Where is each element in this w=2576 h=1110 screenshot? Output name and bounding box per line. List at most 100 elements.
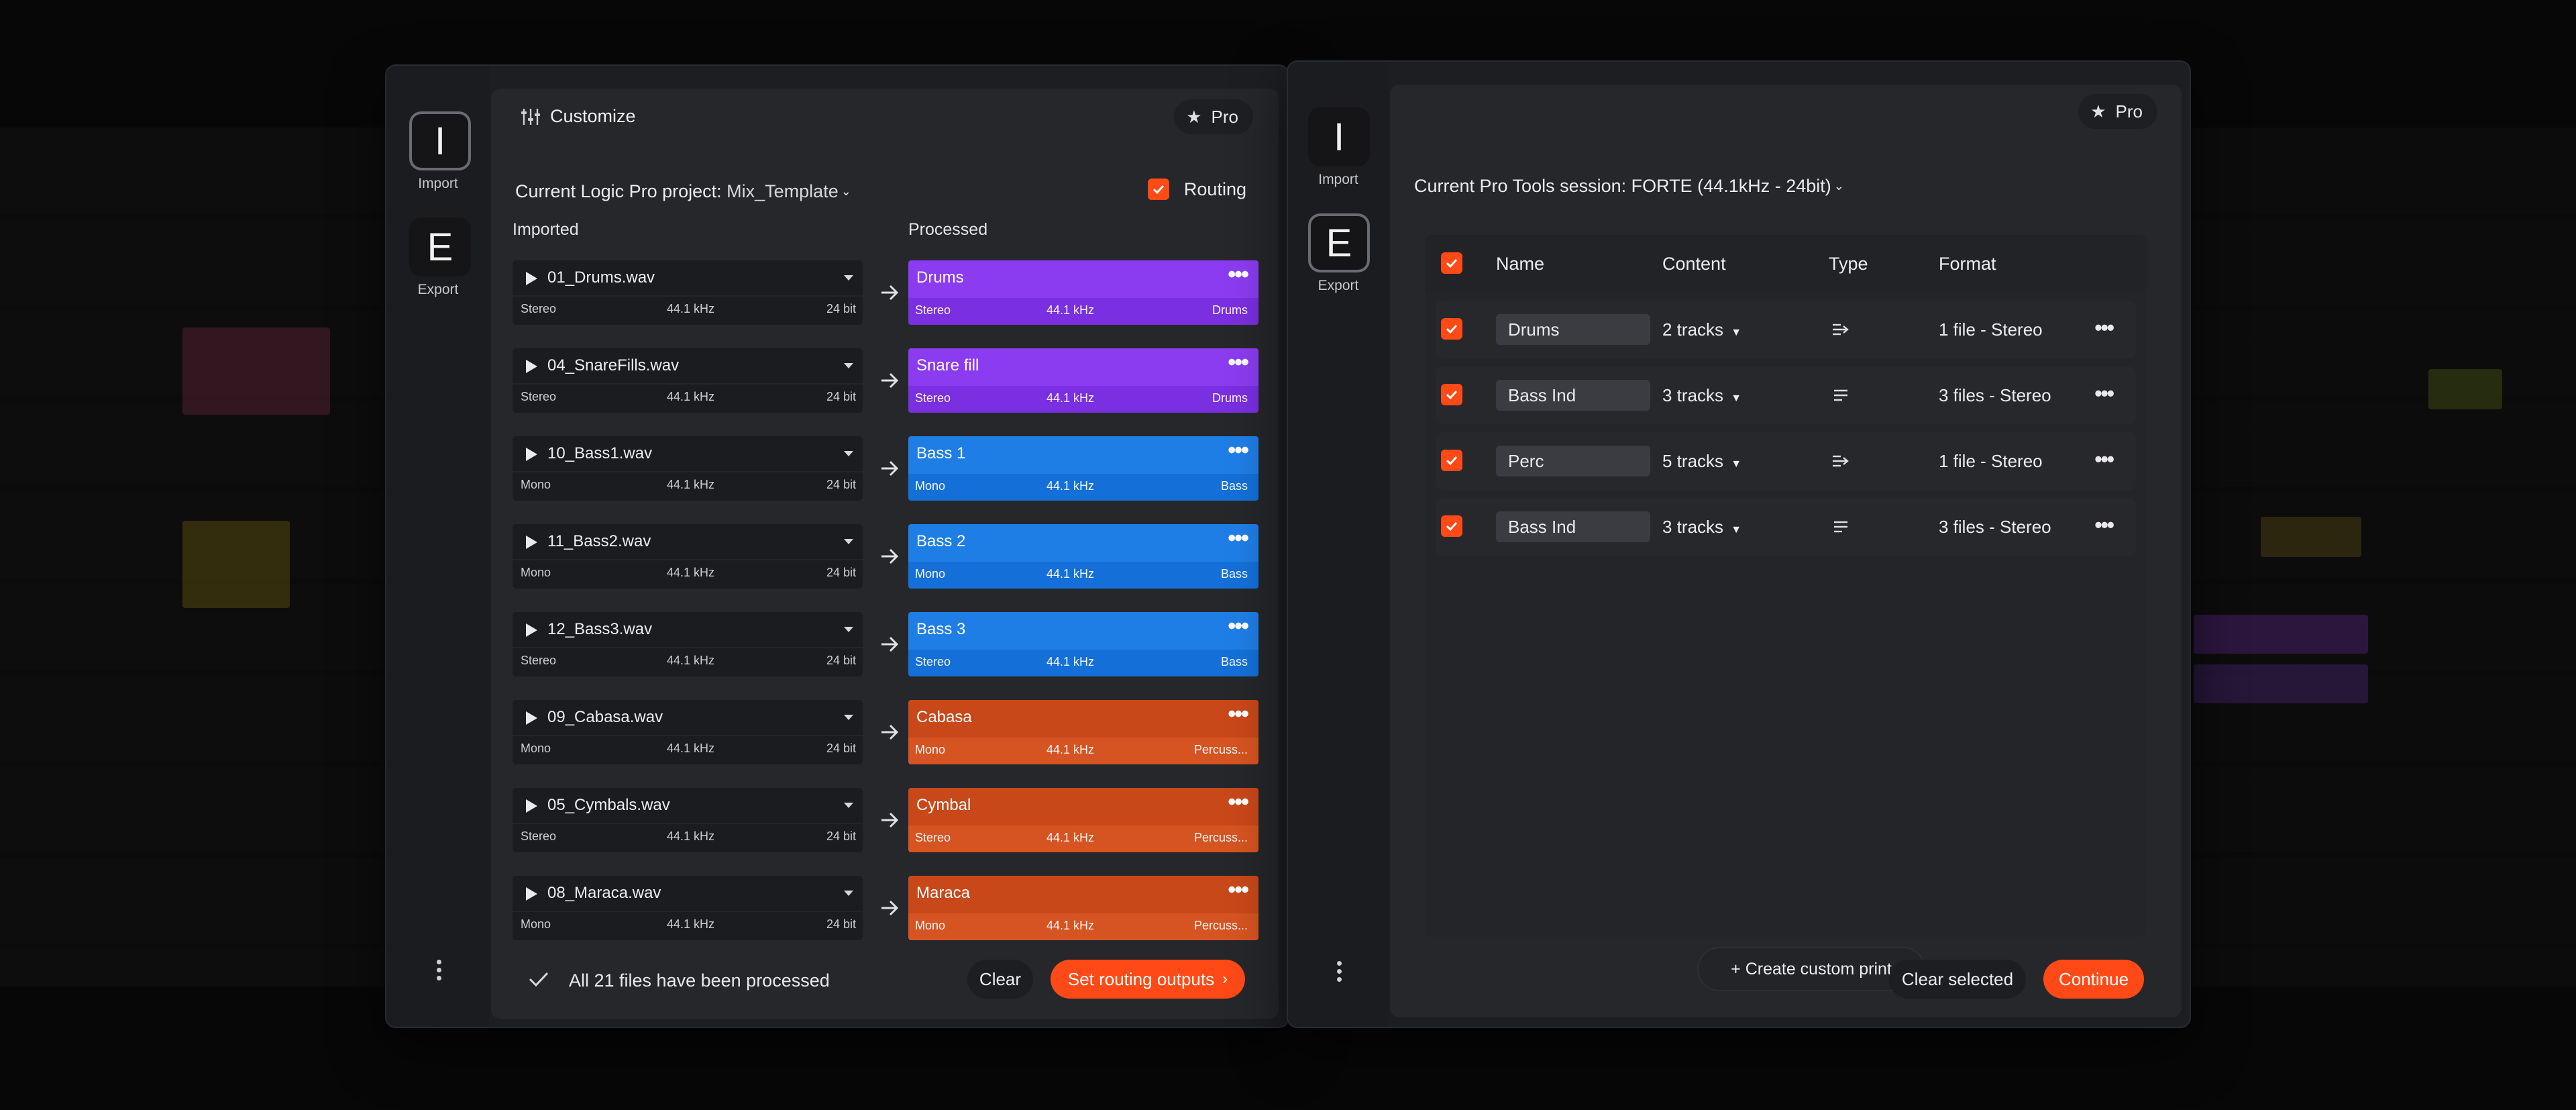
imported-file-name: 08_Maraca.wav xyxy=(547,884,661,902)
more-horizontal-icon[interactable]: ••• xyxy=(2094,447,2114,472)
processed-track-header: Bass 2 ••• xyxy=(908,524,1258,562)
table-row: Perc 5 tracks ▼ 1 file - Stereo ••• xyxy=(1436,432,2136,490)
more-horizontal-icon[interactable]: ••• xyxy=(1228,613,1249,640)
chevron-down-icon[interactable] xyxy=(844,627,853,632)
caret-down-icon: ▼ xyxy=(1731,458,1742,470)
processed-track-card[interactable]: Snare fill ••• Stereo 44.1 kHz Drums xyxy=(908,348,1258,413)
set-routing-outputs-button[interactable]: Set routing outputs › xyxy=(1051,960,1245,999)
content-dropdown[interactable]: 3 tracks ▼ xyxy=(1662,517,1741,538)
caret-down-icon: ▼ xyxy=(1731,393,1742,404)
processed-track-card[interactable]: Bass 2 ••• Mono 44.1 kHz Bass xyxy=(908,524,1258,589)
print-name-field[interactable]: Bass Ind xyxy=(1496,511,1650,542)
imported-file-card[interactable]: 04_SnareFills.wav Stereo 44.1 kHz 24 bit xyxy=(513,348,863,413)
play-icon[interactable] xyxy=(526,623,537,637)
more-horizontal-icon[interactable]: ••• xyxy=(1228,789,1249,815)
chevron-down-icon[interactable] xyxy=(844,803,853,808)
more-horizontal-icon[interactable]: ••• xyxy=(1228,350,1249,376)
more-horizontal-icon[interactable]: ••• xyxy=(2094,315,2114,340)
imported-channels: Mono xyxy=(521,478,551,491)
play-icon[interactable] xyxy=(526,799,537,813)
imported-file-card[interactable]: 08_Maraca.wav Mono 44.1 kHz 24 bit xyxy=(513,876,863,940)
more-horizontal-icon[interactable]: ••• xyxy=(1228,877,1249,903)
content-dropdown[interactable]: 2 tracks ▼ xyxy=(1662,319,1741,340)
more-vertical-icon[interactable] xyxy=(1332,961,1346,982)
processed-track-card[interactable]: Maraca ••• Mono 44.1 kHz Percuss... xyxy=(908,876,1258,940)
row-checkbox[interactable] xyxy=(1441,384,1462,405)
processed-sample-rate: 44.1 kHz xyxy=(1046,919,1095,932)
processed-group: Drums xyxy=(1212,391,1248,405)
content-value: 3 tracks xyxy=(1662,517,1724,537)
more-horizontal-icon[interactable]: ••• xyxy=(1228,525,1249,552)
imported-file-card[interactable]: 09_Cabasa.wav Mono 44.1 kHz 24 bit xyxy=(513,700,863,764)
row-checkbox[interactable] xyxy=(1441,318,1462,340)
divider xyxy=(513,823,863,824)
more-horizontal-icon[interactable]: ••• xyxy=(2094,513,2114,538)
chevron-down-icon[interactable] xyxy=(844,275,853,281)
chevron-down-icon[interactable] xyxy=(844,363,853,368)
row-checkbox[interactable] xyxy=(1441,450,1462,471)
imported-file-card[interactable]: 11_Bass2.wav Mono 44.1 kHz 24 bit xyxy=(513,524,863,589)
play-icon[interactable] xyxy=(526,711,537,725)
play-icon[interactable] xyxy=(526,448,537,461)
content-value: 3 tracks xyxy=(1662,385,1724,405)
caret-down-icon: ▼ xyxy=(1731,524,1742,536)
chevron-down-icon[interactable] xyxy=(844,539,853,544)
more-horizontal-icon[interactable]: ••• xyxy=(1228,262,1249,288)
continue-button[interactable]: Continue xyxy=(2043,960,2144,999)
routing-toggle[interactable]: Routing xyxy=(1147,179,1246,200)
content-dropdown[interactable]: 5 tracks ▼ xyxy=(1662,451,1741,472)
imported-file-name: 01_Drums.wav xyxy=(547,268,655,287)
status-footer: All 21 files have been processed Clear S… xyxy=(491,945,1279,1019)
row-checkbox[interactable] xyxy=(1441,515,1462,537)
play-icon[interactable] xyxy=(526,536,537,549)
processed-track-card[interactable]: Cabasa ••• Mono 44.1 kHz Percuss... xyxy=(908,700,1258,764)
processed-track-card[interactable]: Bass 3 ••• Stereo 44.1 kHz Bass xyxy=(908,612,1258,676)
play-icon[interactable] xyxy=(526,887,537,901)
chevron-down-icon[interactable] xyxy=(844,891,853,896)
processed-group: Drums xyxy=(1212,303,1248,317)
processed-channels: Mono xyxy=(915,567,946,581)
processed-sample-rate: 44.1 kHz xyxy=(1046,479,1095,493)
processed-track-card[interactable]: Bass 1 ••• Mono 44.1 kHz Bass xyxy=(908,436,1258,501)
import-button[interactable]: I xyxy=(409,111,471,170)
more-horizontal-icon[interactable]: ••• xyxy=(1228,438,1249,464)
more-horizontal-icon[interactable]: ••• xyxy=(2094,381,2114,406)
play-icon[interactable] xyxy=(526,360,537,373)
chevron-down-icon[interactable] xyxy=(844,451,853,456)
divider xyxy=(513,735,863,736)
print-name-field[interactable]: Perc xyxy=(1496,446,1650,476)
imported-file-card[interactable]: 10_Bass1.wav Mono 44.1 kHz 24 bit xyxy=(513,436,863,501)
imported-file-card[interactable]: 12_Bass3.wav Stereo 44.1 kHz 24 bit xyxy=(513,612,863,676)
import-button[interactable]: I xyxy=(1308,107,1370,166)
print-name-field[interactable]: Drums xyxy=(1496,314,1650,345)
caret-down-icon: ▼ xyxy=(1731,327,1742,338)
project-selector[interactable]: Current Logic Pro project: Mix_Template ⌄ xyxy=(515,181,851,202)
clear-selected-button[interactable]: Clear selected xyxy=(1889,960,2026,999)
more-horizontal-icon[interactable]: ••• xyxy=(1228,701,1249,727)
pro-badge[interactable]: ★ Pro xyxy=(1174,99,1253,134)
processed-track-header: Bass 3 ••• xyxy=(908,612,1258,650)
more-vertical-icon[interactable] xyxy=(432,960,445,980)
processed-sample-rate: 44.1 kHz xyxy=(1046,831,1095,844)
imported-file-name: 04_SnareFills.wav xyxy=(547,356,680,374)
export-button[interactable]: E xyxy=(1308,213,1370,272)
imported-file-card[interactable]: 05_Cymbals.wav Stereo 44.1 kHz 24 bit xyxy=(513,788,863,852)
processed-channels: Stereo xyxy=(915,391,951,405)
export-button[interactable]: E xyxy=(409,217,471,276)
imported-file-name: 10_Bass1.wav xyxy=(547,444,653,462)
select-all-checkbox[interactable] xyxy=(1441,252,1462,274)
play-icon[interactable] xyxy=(526,272,537,285)
processed-track-card[interactable]: Cymbal ••• Stereo 44.1 kHz Percuss... xyxy=(908,788,1258,852)
imported-file-card[interactable]: 01_Drums.wav Stereo 44.1 kHz 24 bit xyxy=(513,260,863,325)
chevron-down-icon[interactable] xyxy=(844,715,853,720)
imported-sample-rate: 44.1 kHz xyxy=(667,390,715,403)
session-value: FORTE (44.1kHz - 24bit) xyxy=(1631,176,1831,196)
routing-checkbox[interactable] xyxy=(1147,179,1169,200)
processed-track-card[interactable]: Drums ••• Stereo 44.1 kHz Drums xyxy=(908,260,1258,325)
session-selector[interactable]: Current Pro Tools session: FORTE (44.1kH… xyxy=(1414,176,1844,197)
print-name-field[interactable]: Bass Ind xyxy=(1496,380,1650,411)
pro-badge[interactable]: ★ Pro xyxy=(2078,94,2157,129)
clear-button[interactable]: Clear xyxy=(967,960,1033,999)
content-dropdown[interactable]: 3 tracks ▼ xyxy=(1662,385,1741,406)
table-row: Bass Ind 3 tracks ▼ 3 files - Stereo ••• xyxy=(1436,366,2136,424)
